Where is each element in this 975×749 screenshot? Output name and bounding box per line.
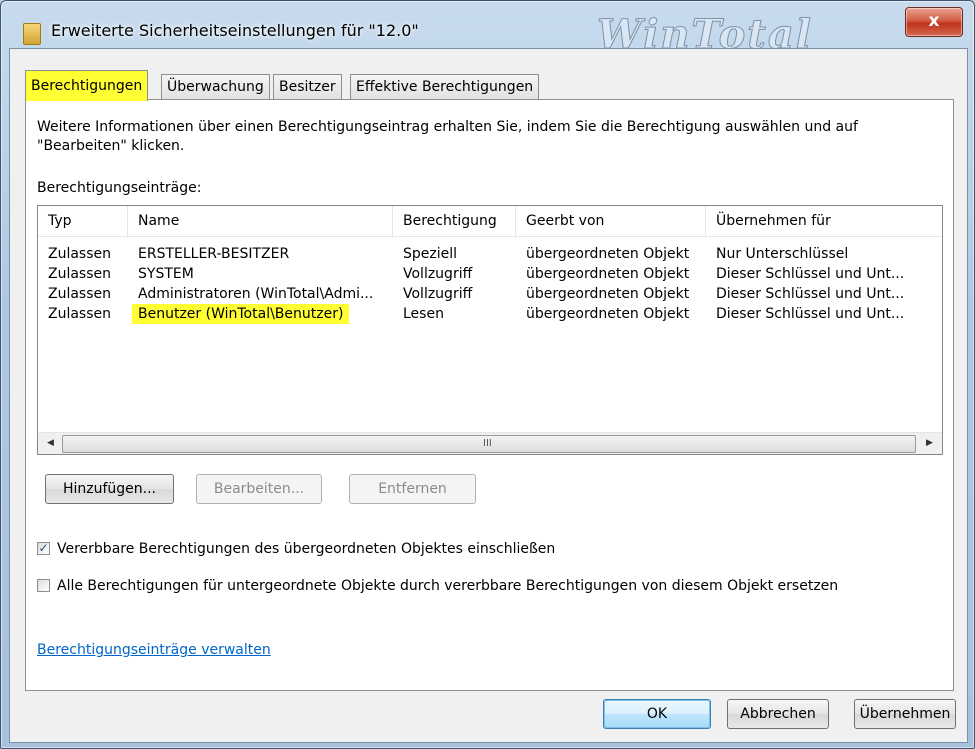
scrollbar-thumb[interactable]: III: [62, 435, 916, 453]
cell-name: ERSTELLER-BESITZER: [138, 246, 290, 262]
permission-entries-list[interactable]: Typ Name Berechtigung Geerbt von Überneh…: [37, 205, 943, 455]
add-button[interactable]: Hinzufügen...: [45, 474, 174, 504]
tab-berechtigungen[interactable]: Berechtigungen: [25, 70, 149, 101]
cell-berechtigung: Lesen: [403, 306, 444, 322]
cell-berechtigung: Vollzugriff: [403, 266, 473, 282]
tab-effektive-berechtigungen[interactable]: Effektive Berechtigungen: [350, 74, 540, 100]
cell-uebernehmen-fuer: Nur Unterschlüssel: [716, 246, 849, 262]
scroll-left-arrow-icon[interactable]: ◀: [42, 435, 59, 452]
column-header-berechtigung[interactable]: Berechtigung: [393, 206, 516, 236]
replace-permissions-checkbox[interactable]: [37, 579, 50, 592]
edit-button[interactable]: Bearbeiten...: [196, 474, 322, 504]
cell-geerbt-von: übergeordneten Objekt: [526, 246, 690, 262]
cell-name-highlighted: Benutzer (WinTotal\Benutzer): [132, 304, 350, 324]
table-row[interactable]: Zulassen SYSTEM Vollzugriff übergeordnet…: [38, 264, 942, 284]
replace-permissions-label: Alle Berechtigungen für untergeordnete O…: [57, 578, 839, 594]
cell-name: SYSTEM: [138, 266, 194, 282]
list-header: Typ Name Berechtigung Geerbt von Überneh…: [38, 206, 942, 237]
cell-berechtigung: Vollzugriff: [403, 286, 473, 302]
permission-entries-label: Berechtigungseinträge:: [37, 180, 202, 196]
cell-geerbt-von: übergeordneten Objekt: [526, 286, 690, 302]
info-text: Weitere Informationen über einen Berecht…: [37, 119, 858, 154]
horizontal-scrollbar[interactable]: ◀ III ▶: [38, 432, 942, 454]
cell-typ: Zulassen: [48, 286, 112, 302]
cell-name: Administratoren (WinTotal\Admi...: [138, 286, 374, 302]
ok-button[interactable]: OK: [603, 699, 711, 729]
cancel-button[interactable]: Abbrechen: [727, 699, 829, 729]
cell-typ: Zulassen: [48, 246, 112, 262]
inherit-permissions-checkbox[interactable]: ✓: [37, 542, 50, 555]
cell-berechtigung: Speziell: [403, 246, 458, 262]
cell-uebernehmen-fuer: Dieser Schlüssel und Unt...: [716, 306, 905, 322]
inherit-permissions-label: Vererbbare Berechtigungen des übergeordn…: [57, 541, 556, 557]
folder-icon: [23, 23, 41, 45]
table-row[interactable]: Zulassen Benutzer (WinTotal\Benutzer) Le…: [38, 304, 942, 324]
scroll-right-arrow-icon[interactable]: ▶: [921, 435, 938, 452]
apply-button[interactable]: Übernehmen: [854, 699, 956, 729]
column-header-uebernehmen-fuer[interactable]: Übernehmen für: [706, 206, 942, 236]
tab-besitzer[interactable]: Besitzer: [273, 74, 342, 100]
cell-typ: Zulassen: [48, 306, 112, 322]
column-header-geerbt-von[interactable]: Geerbt von: [516, 206, 706, 236]
cell-geerbt-von: übergeordneten Objekt: [526, 306, 690, 322]
manage-permission-entries-link[interactable]: Berechtigungseinträge verwalten: [37, 642, 271, 658]
cell-uebernehmen-fuer: Dieser Schlüssel und Unt...: [716, 286, 905, 302]
permissions-tab-panel: Weitere Informationen über einen Berecht…: [25, 99, 954, 691]
tab-ueberwachung[interactable]: Überwachung: [161, 74, 270, 100]
list-rows: Zulassen ERSTELLER-BESITZER Speziell übe…: [38, 244, 942, 324]
cell-typ: Zulassen: [48, 266, 112, 282]
dialog-client-area: Berechtigungen Überwachung Besitzer Effe…: [9, 48, 968, 743]
table-row[interactable]: Zulassen ERSTELLER-BESITZER Speziell übe…: [38, 244, 942, 264]
cell-uebernehmen-fuer: Dieser Schlüssel und Unt...: [716, 266, 905, 282]
column-header-name[interactable]: Name: [128, 206, 393, 236]
grip-icon: III: [483, 438, 492, 449]
close-button[interactable]: x: [905, 7, 963, 37]
close-icon: x: [928, 11, 940, 31]
column-header-typ[interactable]: Typ: [38, 206, 128, 236]
security-dialog-window: Erweiterte Sicherheitseinstellungen für …: [0, 0, 975, 749]
window-title: Erweiterte Sicherheitseinstellungen für …: [51, 21, 419, 40]
table-row[interactable]: Zulassen Administratoren (WinTotal\Admi.…: [38, 284, 942, 304]
remove-button[interactable]: Entfernen: [349, 474, 476, 504]
cell-geerbt-von: übergeordneten Objekt: [526, 266, 690, 282]
